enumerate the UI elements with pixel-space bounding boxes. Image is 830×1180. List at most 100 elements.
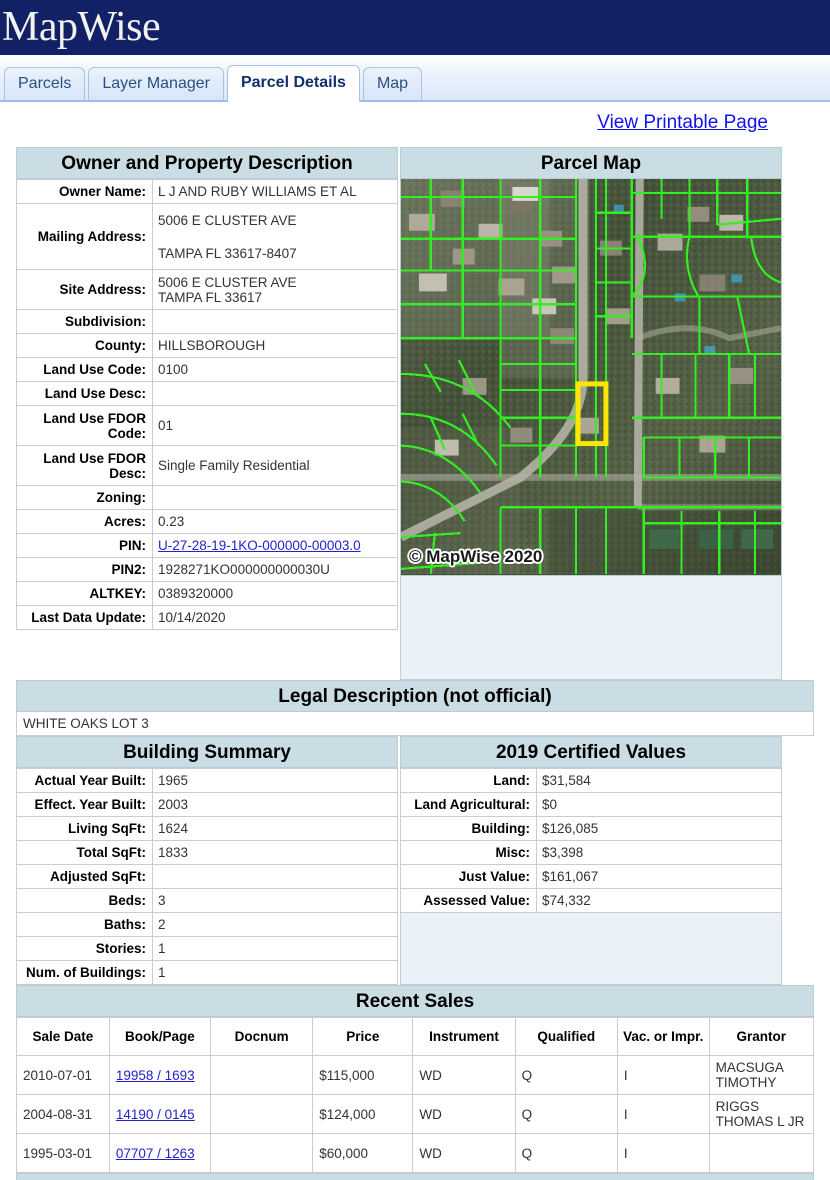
mapwise-logo: MapWise — [2, 4, 161, 50]
sales-cell-grantor: MACSUGA TIMOTHY — [708, 1055, 815, 1095]
owner-panel-title: Owner and Property Description — [16, 147, 398, 179]
sales-cell-price: $115,000 — [312, 1055, 414, 1095]
table-row: Land Use Desc: — [16, 381, 398, 406]
row-value: 0.23 — [152, 509, 398, 534]
sales-cell-book-page[interactable]: 07707 / 1263 — [108, 1133, 212, 1173]
parcel-details-content: Owner and Property Description Owner Nam… — [0, 147, 830, 1180]
sales-column-header: Book/Page — [108, 1017, 212, 1056]
row-value: 10/14/2020 — [152, 605, 398, 630]
recent-sales-panel: Recent Sales Sale Date Book/Page Docnum Pri… — [16, 985, 815, 1173]
sunbiz-panel-title: Sunbiz Corporate Data — [16, 1173, 814, 1180]
values-panel-filler — [400, 913, 782, 985]
parcel-map-viewport[interactable]: © MapWise 2020 — [400, 179, 782, 576]
row-value: $74,332 — [536, 888, 782, 913]
table-row: Beds: 3 — [16, 888, 398, 913]
table-row: Site Address: 5006 E CLUSTER AVE TAMPA FL … — [16, 269, 398, 310]
row-label: Total SqFt: — [16, 840, 153, 865]
table-row: Num. of Buildings: 1 — [16, 960, 398, 985]
sales-cell-sale-date: 2004-08-31 — [16, 1094, 110, 1134]
sales-header-row: Sale Date Book/Page Docnum Price Instrument Q… — [16, 1017, 815, 1056]
tab-bar: Parcels Layer Manager Parcel Details Map — [0, 55, 830, 102]
row-value: 2 — [152, 912, 398, 937]
row-value — [152, 381, 398, 406]
grantor-line-1: MACSUGA — [715, 1060, 784, 1075]
values-panel-title: 2019 Certified Values — [400, 736, 782, 768]
aerial-parcel-map-image[interactable] — [401, 179, 781, 574]
sales-cell-book-page[interactable]: 19958 / 1693 — [108, 1055, 212, 1095]
table-row: Actual Year Built: 1965 — [16, 768, 398, 793]
row-value: 1833 — [152, 840, 398, 865]
sales-cell-grantor — [708, 1133, 815, 1173]
table-row: Land: $31,584 — [400, 768, 782, 793]
table-row: Mailing Address: 5006 E CLUSTER AVE TAMPA … — [16, 203, 398, 270]
row-value: 1928271KO000000000030U — [152, 557, 398, 582]
table-row: Last Data Update: 10/14/2020 — [16, 605, 398, 630]
tab-map[interactable]: Map — [362, 67, 423, 100]
sales-cell-qualified: Q — [514, 1094, 618, 1134]
address-line-1: 5006 E CLUSTER AVE — [158, 274, 297, 290]
address-gap — [158, 228, 392, 246]
row-value: $31,584 — [536, 768, 782, 793]
row-label: Misc: — [400, 840, 537, 865]
table-row: PIN: U-27-28-19-1KO-000000-00003.0 — [16, 533, 398, 558]
sales-cell-sale-date: 1995-03-01 — [16, 1133, 110, 1173]
map-panel-filler — [400, 576, 782, 680]
view-printable-page-link[interactable]: View Printable Page — [597, 112, 768, 134]
row-label: PIN2: — [16, 557, 153, 582]
row-label: Num. of Buildings: — [16, 960, 153, 985]
printable-page-row: View Printable Page — [0, 102, 830, 147]
map-panel-title: Parcel Map — [400, 147, 782, 179]
book-page-link[interactable]: 07707 / 1263 — [116, 1146, 195, 1161]
sales-column-header: Price — [312, 1017, 414, 1056]
tab-parcel-details[interactable]: Parcel Details — [226, 65, 360, 102]
sales-panel-title: Recent Sales — [16, 985, 814, 1017]
row-label: Land Agricultural: — [400, 792, 537, 817]
sales-cell-qualified: Q — [514, 1133, 618, 1173]
row-label: Owner Name: — [16, 179, 153, 204]
row-label: Baths: — [16, 912, 153, 937]
sales-cell-price: $124,000 — [312, 1094, 414, 1134]
row-value: 1965 — [152, 768, 398, 793]
row-value — [152, 485, 398, 510]
tab-parcels[interactable]: Parcels — [4, 67, 86, 100]
row-value[interactable]: U-27-28-19-1KO-000000-00003.0 — [152, 533, 398, 558]
book-page-link[interactable]: 19958 / 1693 — [116, 1068, 195, 1083]
row-label: Assessed Value: — [400, 888, 537, 913]
sales-cell-book-page[interactable]: 14190 / 0145 — [108, 1094, 212, 1134]
row-label: Site Address: — [16, 269, 153, 310]
row-value: 5006 E CLUSTER AVE TAMPA FL 33617-8407 — [152, 203, 398, 270]
row-value: Single Family Residential — [152, 445, 398, 486]
sales-column-header: Sale Date — [16, 1017, 110, 1056]
owner-property-panel: Owner and Property Description Owner Nam… — [16, 147, 398, 680]
row-label: Stories: — [16, 936, 153, 961]
row-value: 2003 — [152, 792, 398, 817]
top-row: Owner and Property Description Owner Nam… — [16, 147, 814, 680]
row-label: Mailing Address: — [16, 203, 153, 270]
sales-cell-grantor: RIGGS THOMAS L JR — [708, 1094, 815, 1134]
row-value: 1 — [152, 960, 398, 985]
middle-row: Building Summary Actual Year Built: 1965 E… — [16, 736, 814, 985]
row-label: Actual Year Built: — [16, 768, 153, 793]
row-label: Adjusted SqFt: — [16, 864, 153, 889]
table-row: Baths: 2 — [16, 912, 398, 937]
sales-cell-vac-impr: I — [616, 1133, 710, 1173]
pin-link[interactable]: U-27-28-19-1KO-000000-00003.0 — [158, 538, 361, 553]
row-value: 5006 E CLUSTER AVE TAMPA FL 33617 — [152, 269, 398, 310]
tab-layer-manager[interactable]: Layer Manager — [88, 67, 224, 100]
building-summary-table: Actual Year Built: 1965 Effect. Year Built… — [16, 768, 398, 985]
row-label: ALTKEY: — [16, 581, 153, 606]
table-row: 2010-07-01 19958 / 1693 $115,000 WD Q I MACSUG… — [16, 1055, 815, 1095]
row-value: 0389320000 — [152, 581, 398, 606]
row-label: Land Use FDOR Code: — [16, 405, 153, 446]
table-row: Stories: 1 — [16, 936, 398, 961]
book-page-link[interactable]: 14190 / 0145 — [116, 1107, 195, 1122]
table-row: Land Agricultural: $0 — [400, 792, 782, 817]
row-label: Land: — [400, 768, 537, 793]
grantor-line-2: TIMOTHY — [715, 1075, 777, 1090]
table-row: Misc: $3,398 — [400, 840, 782, 865]
row-value: L J AND RUBY WILLIAMS ET AL — [152, 179, 398, 204]
table-row: County: HILLSBOROUGH — [16, 333, 398, 358]
table-row: Acres: 0.23 — [16, 509, 398, 534]
row-value — [152, 309, 398, 334]
row-label: Land Use Desc: — [16, 381, 153, 406]
